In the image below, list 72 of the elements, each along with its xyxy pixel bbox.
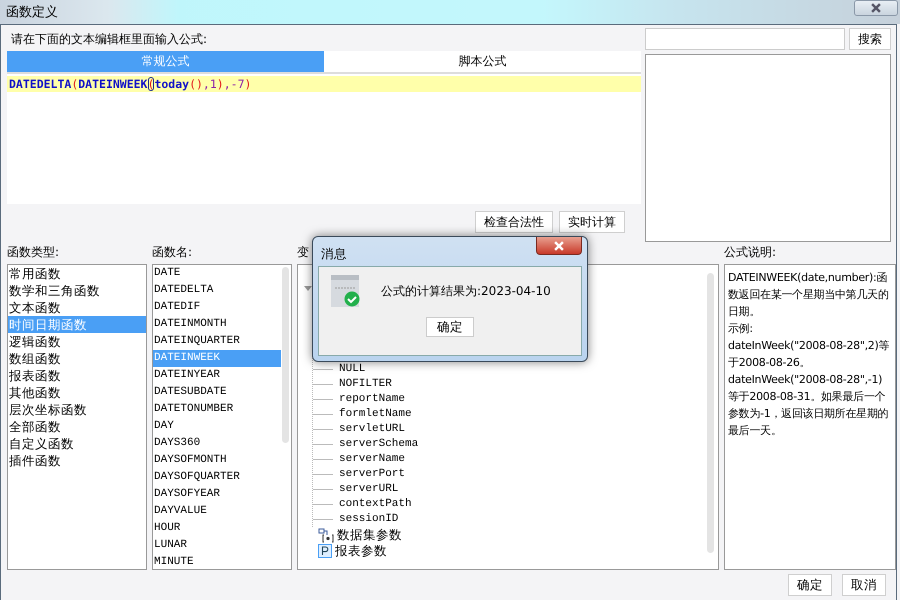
function-type-item[interactable]: 插件函数 bbox=[8, 452, 146, 469]
close-icon bbox=[554, 240, 564, 250]
dialog-title: 消息 bbox=[320, 245, 347, 263]
function-type-item[interactable]: 其他函数 bbox=[8, 384, 146, 401]
parameter-icon bbox=[318, 544, 332, 558]
description-text: dateInWeek("2008-08-28",2)等于2008-08-26。 bbox=[728, 338, 890, 371]
function-type-item[interactable]: 自定义函数 bbox=[8, 435, 146, 452]
prompt-label: 请在下面的文本编辑框里面输入公式: bbox=[10, 31, 208, 48]
scrollbar-thumb[interactable] bbox=[282, 267, 289, 443]
variable-item[interactable]: serverURL bbox=[339, 482, 398, 497]
function-type-item[interactable]: 数学和三角函数 bbox=[8, 282, 146, 299]
variable-group-item[interactable]: 报表参数 bbox=[335, 542, 387, 560]
formula-tab[interactable]: 脚本公式 bbox=[324, 51, 641, 72]
search-field[interactable] bbox=[645, 28, 845, 50]
description-text: dateInWeek("2008-08-28",-1)等于2008-08-31。如果最后一个参数为-1，返回该日期所在星期的最后一天。 bbox=[728, 372, 890, 439]
formula-editor[interactable]: DATEDELTA(DATEINWEEK(today(),1),-7) bbox=[7, 72, 641, 204]
result-message: 公式的计算结果为:2023-04-10 bbox=[381, 282, 551, 300]
function-name-item[interactable]: DATETONUMBER bbox=[153, 401, 281, 418]
function-name-item[interactable]: DATEINQUARTER bbox=[153, 333, 281, 350]
close-button[interactable] bbox=[854, 0, 898, 16]
description-text: 示例: bbox=[728, 321, 754, 337]
function-name-item[interactable]: HOUR bbox=[153, 520, 281, 537]
expand-icon[interactable] bbox=[303, 285, 313, 293]
variable-item[interactable]: serverName bbox=[339, 452, 406, 467]
variable-item[interactable]: NOFILTER bbox=[339, 377, 392, 392]
description-label: 公式说明: bbox=[724, 244, 776, 261]
function-name-item[interactable]: DATEDIF bbox=[153, 299, 281, 316]
function-name-item[interactable]: DAYSOFMONTH bbox=[153, 452, 281, 469]
variable-group-item[interactable]: 数据集参数 bbox=[337, 526, 402, 544]
dialog-button[interactable]: 取消 bbox=[842, 574, 886, 596]
function-name-item[interactable]: LUNAR bbox=[153, 537, 281, 554]
variable-item[interactable]: NULL bbox=[339, 362, 366, 377]
action-button[interactable]: 检查合法性 bbox=[475, 211, 553, 233]
variable-item[interactable]: serverPort bbox=[339, 467, 406, 482]
function-type-label: 函数类型: bbox=[7, 244, 60, 261]
dataset-icon bbox=[318, 528, 334, 542]
function-name-item[interactable]: DAYVALUE bbox=[153, 503, 281, 520]
dialog-button[interactable]: 确定 bbox=[788, 574, 832, 596]
close-button[interactable] bbox=[536, 237, 582, 255]
function-type-item[interactable]: 逻辑函数 bbox=[8, 333, 146, 350]
function-type-item[interactable]: 全部函数 bbox=[8, 418, 146, 435]
variable-item[interactable]: sessionID bbox=[339, 512, 398, 527]
function-name-item[interactable]: DATEINYEAR bbox=[153, 367, 281, 384]
variable-item[interactable]: servletURL bbox=[339, 422, 406, 437]
search-button[interactable]: 搜索 bbox=[849, 28, 891, 50]
function-name-item[interactable]: DAYSOFYEAR bbox=[153, 486, 281, 503]
function-name-item[interactable]: DAYS360 bbox=[153, 435, 281, 452]
function-name-item[interactable]: DATEINMONTH bbox=[153, 316, 281, 333]
close-icon bbox=[871, 3, 881, 13]
function-type-item[interactable]: 常用函数 bbox=[8, 265, 146, 282]
function-name-item[interactable]: DATE bbox=[153, 265, 281, 282]
function-type-item[interactable]: 层次坐标函数 bbox=[8, 401, 146, 418]
variable-item[interactable]: reportName bbox=[339, 392, 406, 407]
function-type-item[interactable]: 数组函数 bbox=[8, 350, 146, 367]
function-name-item[interactable]: DATESUBDATE bbox=[153, 384, 281, 401]
action-button[interactable]: 实时计算 bbox=[559, 211, 625, 233]
description-text: DATEINWEEK(date,number):函数返回在某一个星期当中第几天的日期。 bbox=[728, 270, 890, 320]
function-name-item[interactable]: DAY bbox=[153, 418, 281, 435]
function-name-label: 函数名: bbox=[152, 244, 192, 261]
ok-button[interactable]: 确定 bbox=[426, 317, 474, 337]
window-title: 函数定义 bbox=[6, 4, 58, 21]
function-name-item[interactable]: MINUTE bbox=[153, 554, 281, 569]
function-type-item[interactable]: 文本函数 bbox=[8, 299, 146, 316]
variable-item[interactable]: formletName bbox=[339, 407, 412, 422]
scrollbar-thumb[interactable] bbox=[707, 273, 714, 553]
function-name-item[interactable]: DATEDELTA bbox=[153, 282, 281, 299]
variable-item[interactable]: serverSchema bbox=[339, 437, 418, 452]
success-icon bbox=[331, 275, 361, 307]
function-type-item[interactable]: 报表函数 bbox=[8, 367, 146, 384]
function-name-item[interactable]: DAYSOFQUARTER bbox=[153, 469, 281, 486]
variable-item[interactable]: contextPath bbox=[339, 497, 412, 512]
variable-label: 变 bbox=[297, 244, 309, 261]
